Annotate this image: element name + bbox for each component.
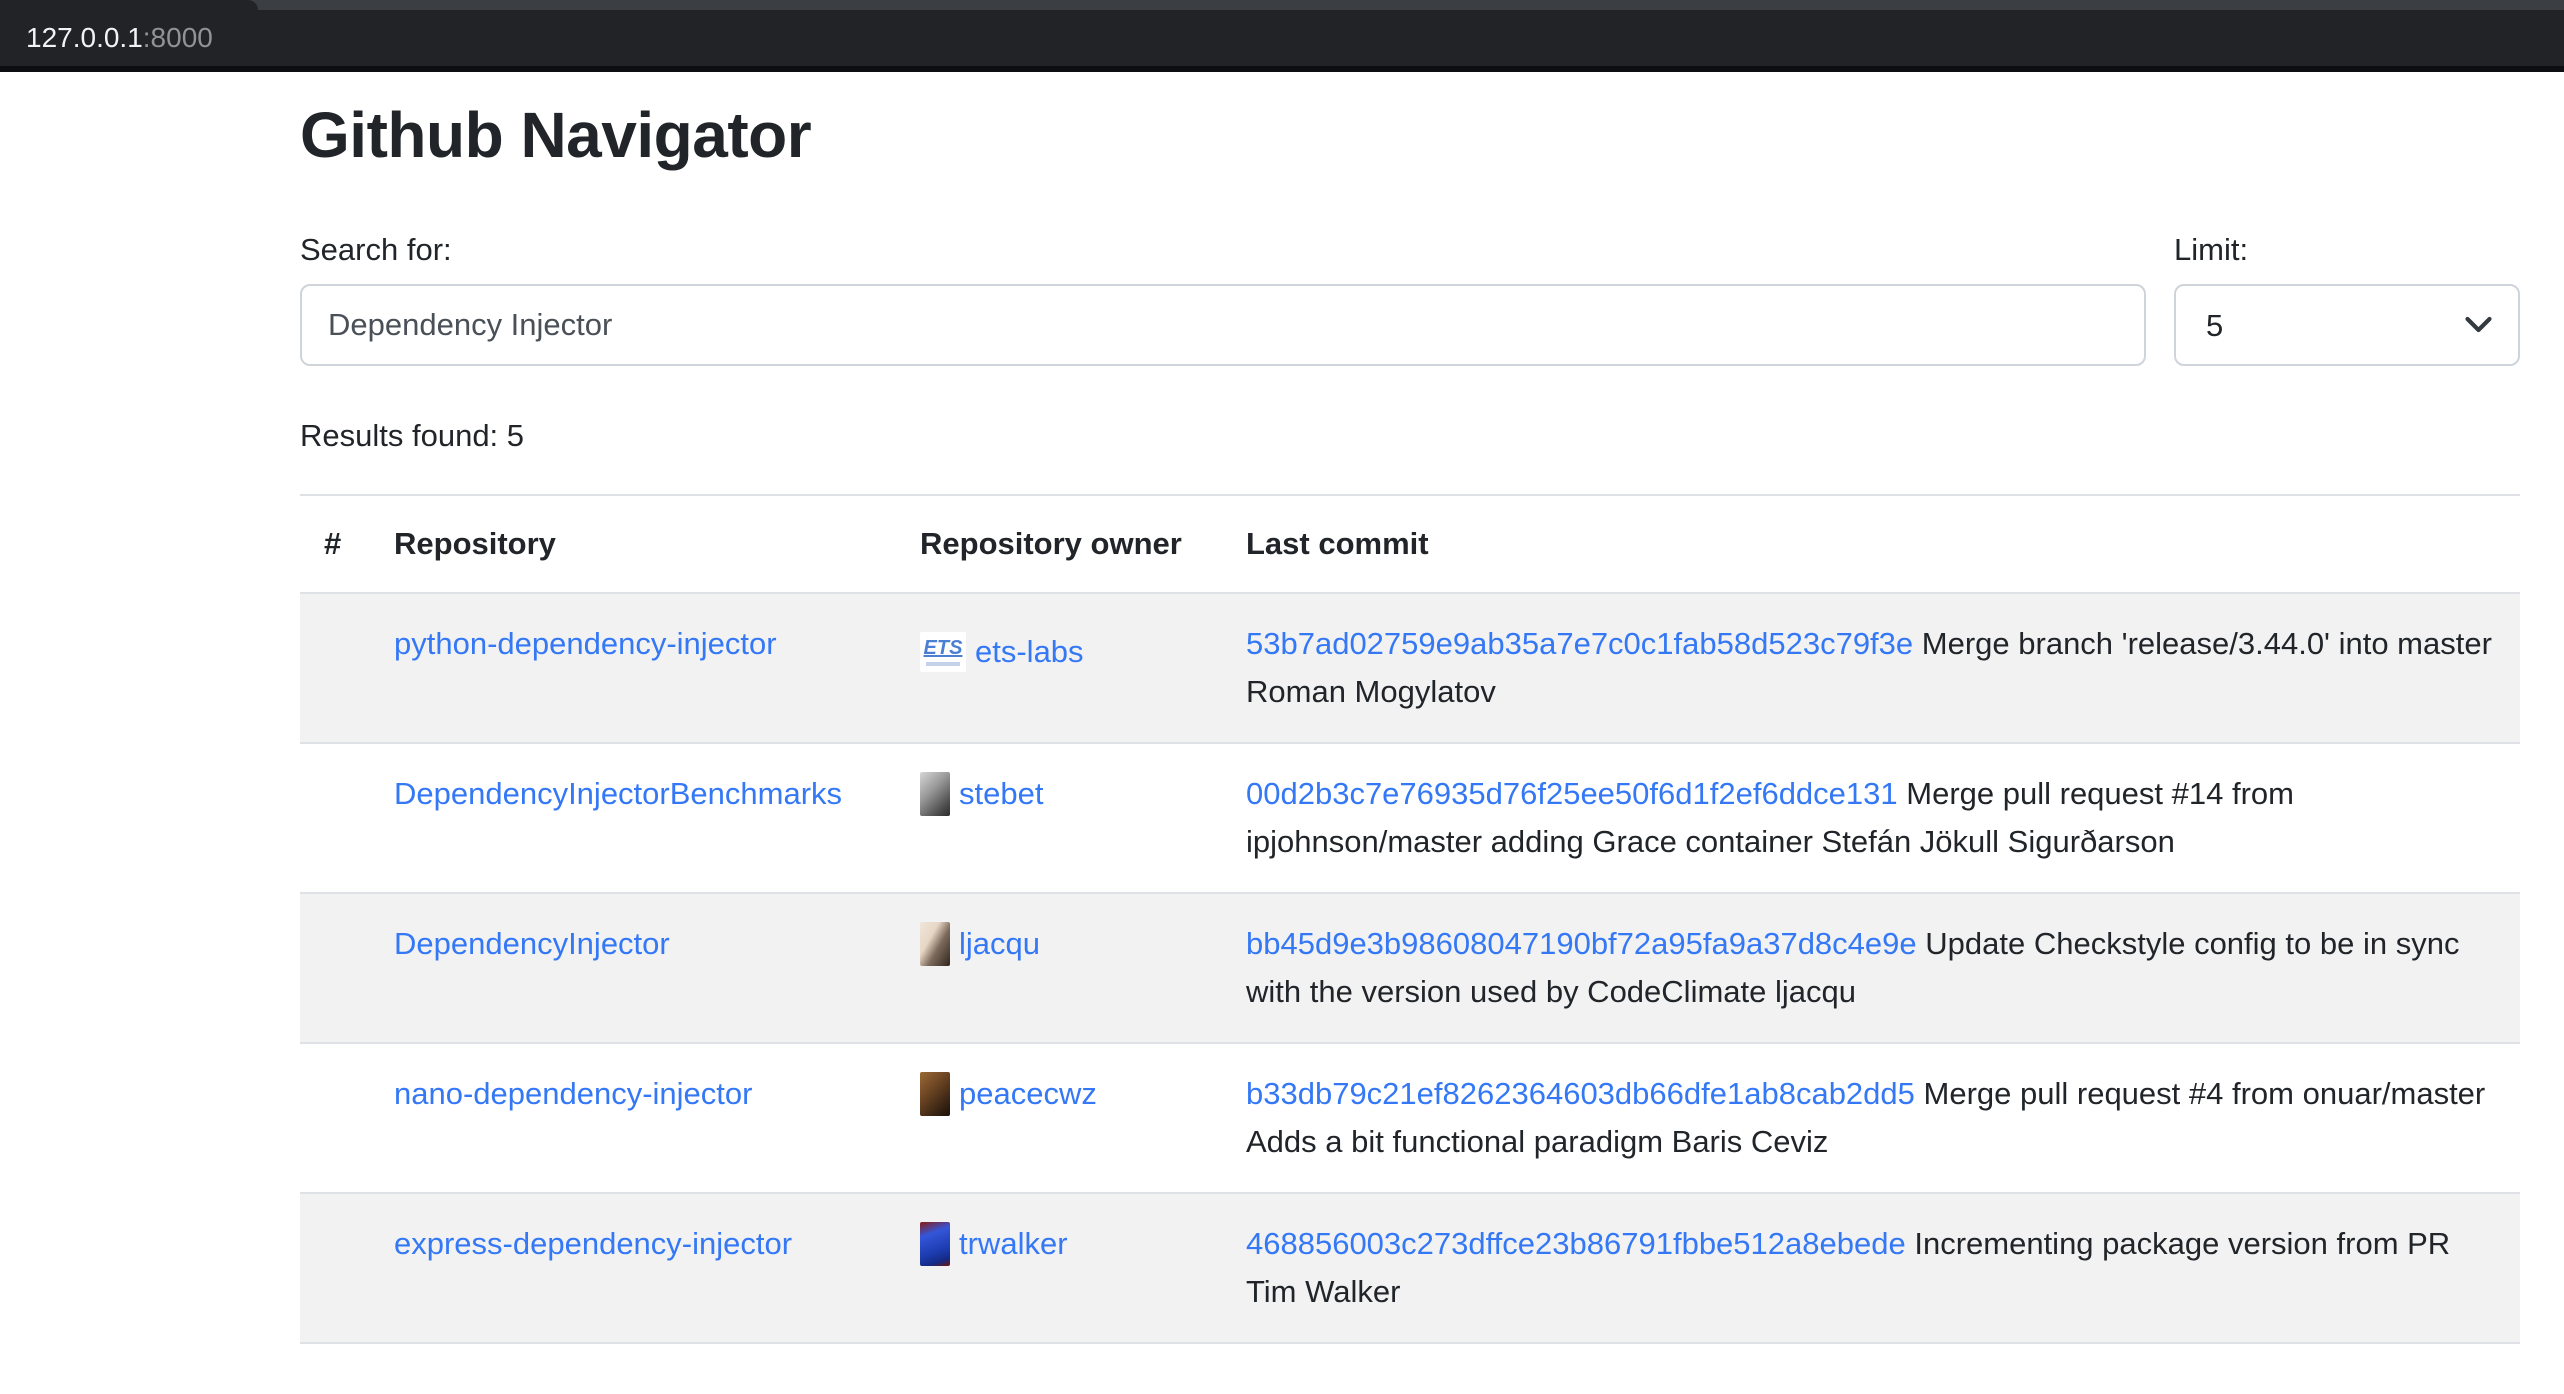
col-header-repository: Repository (370, 495, 896, 593)
owner-cell: ETS ets-labs (920, 628, 1084, 676)
table-row: python-dependency-injector ETS ets-labs … (300, 593, 2520, 743)
page-content: Github Navigator Search for: Limit: 5 Re… (0, 100, 2564, 1344)
page-title: Github Navigator (300, 100, 2520, 170)
commit-hash-link[interactable]: 53b7ad02759e9ab35a7e7c0c1fab58d523c79f3e (1246, 626, 1913, 661)
table-row: DependencyInjector ljacqu bb45d9e3b98608… (300, 893, 2520, 1043)
url-host: 127.0.0.1 (26, 22, 143, 54)
col-header-index: # (300, 495, 370, 593)
search-form: Search for: Limit: 5 (300, 230, 2520, 366)
limit-select[interactable]: 5 (2174, 284, 2520, 366)
chrome-divider (0, 66, 2564, 72)
owner-avatar (920, 772, 950, 816)
owner-cell: trwalker (920, 1220, 1068, 1268)
owner-avatar (920, 1072, 950, 1116)
owner-avatar (920, 922, 950, 966)
owner-cell: ljacqu (920, 920, 1040, 968)
commit-hash-link[interactable]: b33db79c21ef8262364603db66dfe1ab8cab2dd5 (1246, 1076, 1915, 1111)
table-header-row: # Repository Repository owner Last commi… (300, 495, 2520, 593)
row-index-cell (300, 1043, 370, 1193)
results-count: Results found: 5 (300, 414, 2520, 458)
search-label: Search for: (300, 230, 2146, 270)
browser-tab-strip (0, 0, 2564, 10)
results-table: # Repository Repository owner Last commi… (300, 494, 2520, 1344)
commit-hash-link[interactable]: 00d2b3c7e76935d76f25ee50f6d1f2ef6ddce131 (1246, 776, 1898, 811)
repo-link[interactable]: DependencyInjector (394, 926, 670, 961)
col-header-last-commit: Last commit (1222, 495, 2520, 593)
col-header-owner: Repository owner (896, 495, 1222, 593)
limit-label: Limit: (2174, 230, 2520, 270)
owner-link[interactable]: stebet (959, 770, 1043, 818)
owner-link[interactable]: trwalker (959, 1220, 1068, 1268)
search-input[interactable] (300, 284, 2146, 366)
owner-avatar: ETS (920, 632, 966, 672)
row-index-cell (300, 593, 370, 743)
owner-link[interactable]: ljacqu (959, 920, 1040, 968)
owner-cell: peacecwz (920, 1070, 1097, 1118)
row-index-cell (300, 743, 370, 893)
table-row: DependencyInjectorBenchmarks stebet 00d2… (300, 743, 2520, 893)
search-group: Search for: (300, 230, 2146, 366)
commit-hash-link[interactable]: 468856003c273dffce23b86791fbbe512a8ebede (1246, 1226, 1906, 1261)
owner-avatar (920, 1222, 950, 1266)
commit-hash-link[interactable]: bb45d9e3b98608047190bf72a95fa9a37d8c4e9e (1246, 926, 1917, 961)
browser-chrome: 127.0.0.1:8000 (0, 0, 2564, 72)
table-row: nano-dependency-injector peacecwz b33db7… (300, 1043, 2520, 1193)
row-index-cell (300, 893, 370, 1043)
row-index-cell (300, 1193, 370, 1343)
repo-link[interactable]: python-dependency-injector (394, 626, 777, 661)
table-row: express-dependency-injector trwalker 468… (300, 1193, 2520, 1343)
ets-logo-text: ETS (924, 637, 963, 659)
limit-select-wrap: 5 (2174, 284, 2520, 366)
owner-link[interactable]: ets-labs (975, 628, 1084, 676)
browser-active-tab[interactable] (0, 0, 258, 10)
owner-cell: stebet (920, 770, 1043, 818)
repo-link[interactable]: DependencyInjectorBenchmarks (394, 776, 842, 811)
url-port: :8000 (143, 22, 213, 54)
repo-link[interactable]: express-dependency-injector (394, 1226, 792, 1261)
limit-group: Limit: 5 (2174, 230, 2520, 366)
owner-link[interactable]: peacecwz (959, 1070, 1097, 1118)
browser-url-bar[interactable]: 127.0.0.1:8000 (0, 10, 2564, 66)
repo-link[interactable]: nano-dependency-injector (394, 1076, 752, 1111)
